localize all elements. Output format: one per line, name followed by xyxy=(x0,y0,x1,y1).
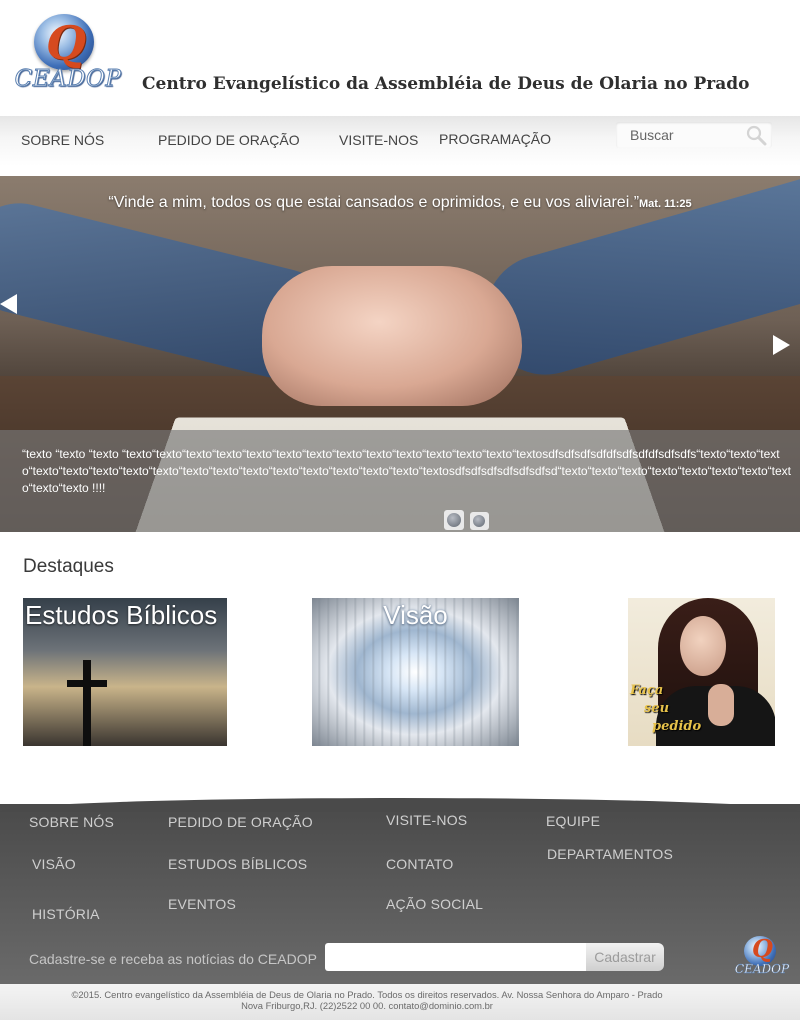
cross-arm xyxy=(67,680,107,687)
slide-caption: “texto “texto “texto “texto“texto“texto“… xyxy=(0,430,800,532)
slide-caption-text: “texto “texto “texto “texto“texto“texto“… xyxy=(22,447,791,495)
copyright-bar: ©2015. Centro evangelístico da Assembléi… xyxy=(0,984,800,1020)
search-input[interactable] xyxy=(620,125,740,145)
nav-visite-nos[interactable]: VISITE-NOS xyxy=(339,132,418,148)
footer-link-contato[interactable]: CONTATO xyxy=(386,856,454,872)
card-image-text-line: Faça xyxy=(630,683,664,698)
footer-link-acao-social[interactable]: AÇÃO SOCIAL xyxy=(386,896,483,912)
slide-quote-text: “Vinde a mim, todos os que estai cansado… xyxy=(108,194,640,211)
newsletter-email-input[interactable] xyxy=(325,943,587,971)
newsletter-label: Cadastre-se e receba as notícias do CEAD… xyxy=(29,951,317,967)
footer-link-sobre-nos[interactable]: SOBRE NÓS xyxy=(29,814,114,830)
footer-link-visite-nos[interactable]: VISITE-NOS xyxy=(386,812,467,828)
slider-dot-1[interactable] xyxy=(444,510,464,530)
card-image-text-line: seu xyxy=(644,701,670,716)
footer-link-estudos-biblicos[interactable]: ESTUDOS BÍBLICOS xyxy=(168,856,307,872)
footer-link-historia[interactable]: HISTÓRIA xyxy=(32,906,100,922)
footer-link-equipe[interactable]: EQUIPE xyxy=(546,813,600,829)
slider-next-arrow-icon[interactable] xyxy=(773,335,790,355)
copyright-line-1: ©2015. Centro evangelístico da Assembléi… xyxy=(71,989,663,1000)
nav-programacao[interactable]: PROGRAMAÇÃO xyxy=(439,131,551,147)
newsletter-submit-button[interactable]: Cadastrar xyxy=(586,943,664,971)
main-nav: SOBRE NÓS PEDIDO DE ORAÇÃO VISITE-NOS PR… xyxy=(0,116,800,166)
search-icon[interactable] xyxy=(744,124,768,146)
woman-face xyxy=(680,616,726,676)
footer-logo-text: CEADOP xyxy=(734,962,790,976)
site-title: Centro Evangelístico da Assembléia de De… xyxy=(142,74,750,94)
slide-quote: “Vinde a mim, todos os que estai cansado… xyxy=(0,194,800,212)
logo-letter: Q xyxy=(46,16,87,70)
slide-quote-reference: Mat. 11:25 xyxy=(639,198,692,210)
site-footer: SOBRE NÓS VISÃO HISTÓRIA PEDIDO DE ORAÇÃ… xyxy=(0,798,800,984)
ceadop-logo[interactable]: Q CEADOP xyxy=(14,10,122,96)
footer-link-departamentos[interactable]: DEPARTAMENTOS xyxy=(547,846,673,862)
nav-sobre-nos[interactable]: SOBRE NÓS xyxy=(21,132,104,148)
footer-link-eventos[interactable]: EVENTOS xyxy=(168,896,236,912)
card-estudos-biblicos[interactable]: Estudos Bíblicos xyxy=(23,598,227,746)
card-visao[interactable]: Visão xyxy=(312,598,519,746)
footer-logo-letter: Q xyxy=(752,934,773,963)
footer-link-pedido-de-oracao[interactable]: PEDIDO DE ORAÇÃO xyxy=(168,814,313,830)
hero-slider: “Vinde a mim, todos os que estai cansado… xyxy=(0,176,800,532)
card-label: Visão xyxy=(383,600,448,630)
destaques-title: Destaques xyxy=(23,556,114,577)
logo-text: CEADOP xyxy=(14,66,122,93)
card-image-text-line: pedido xyxy=(652,719,702,734)
cross-icon xyxy=(83,660,91,746)
card-pedido-oracao[interactable]: Faça seu pedido xyxy=(628,598,775,746)
site-header: Q CEADOP Centro Evangelístico da Assembl… xyxy=(0,0,800,116)
card-label: Estudos Bíblicos xyxy=(25,600,218,630)
footer-link-visao[interactable]: VISÃO xyxy=(32,856,76,872)
copyright-text: ©2015. Centro evangelístico da Assembléi… xyxy=(0,989,734,1011)
slider-prev-arrow-icon[interactable] xyxy=(0,294,17,314)
search-box xyxy=(616,122,772,148)
card-image-text: Faça seu pedido xyxy=(630,682,740,736)
footer-logo[interactable]: Q CEADOP xyxy=(732,934,792,980)
nav-pedido-de-oracao[interactable]: PEDIDO DE ORAÇÃO xyxy=(158,132,300,148)
copyright-line-2: Nova Friburgo,RJ. (22)2522 00 00. contat… xyxy=(241,1000,493,1011)
slider-dot-2[interactable] xyxy=(470,512,489,530)
slide-praying-hands-image xyxy=(262,266,522,406)
